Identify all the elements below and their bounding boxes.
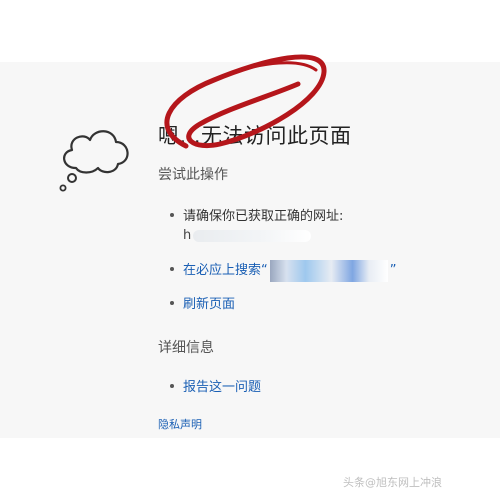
redacted-url bbox=[193, 229, 312, 242]
privacy-link[interactable]: 隐私声明 bbox=[158, 416, 202, 432]
check-url-label: 请确保你已获取正确的网址: bbox=[183, 209, 344, 224]
url-text: h bbox=[183, 228, 397, 243]
report-issue-link[interactable]: 报告这一问题 bbox=[183, 380, 261, 395]
list-item-refresh[interactable]: 刷新页面 bbox=[170, 293, 397, 323]
watermark: 头条@旭东网上冲浪 bbox=[343, 476, 442, 489]
page-title: 嗯...无法访问此页面 bbox=[158, 124, 352, 148]
try-actions-list: 请确保你已获取正确的网址: h 在必应上搜索“” 刷新页面 bbox=[170, 205, 397, 323]
details-list: 报告这一问题 bbox=[170, 376, 261, 395]
list-item-report[interactable]: 报告这一问题 bbox=[170, 376, 261, 395]
thought-cloud-icon bbox=[59, 130, 129, 192]
details-section-heading: 详细信息 bbox=[158, 340, 214, 356]
list-item-bing-search[interactable]: 在必应上搜索“” bbox=[170, 259, 397, 293]
bing-search-link[interactable]: 在必应上搜索“” bbox=[183, 259, 397, 282]
refresh-page-link[interactable]: 刷新页面 bbox=[183, 297, 235, 312]
redacted-query bbox=[269, 259, 388, 282]
list-item-check-url: 请确保你已获取正确的网址: h bbox=[170, 205, 397, 259]
try-section-heading: 尝试此操作 bbox=[158, 167, 228, 183]
